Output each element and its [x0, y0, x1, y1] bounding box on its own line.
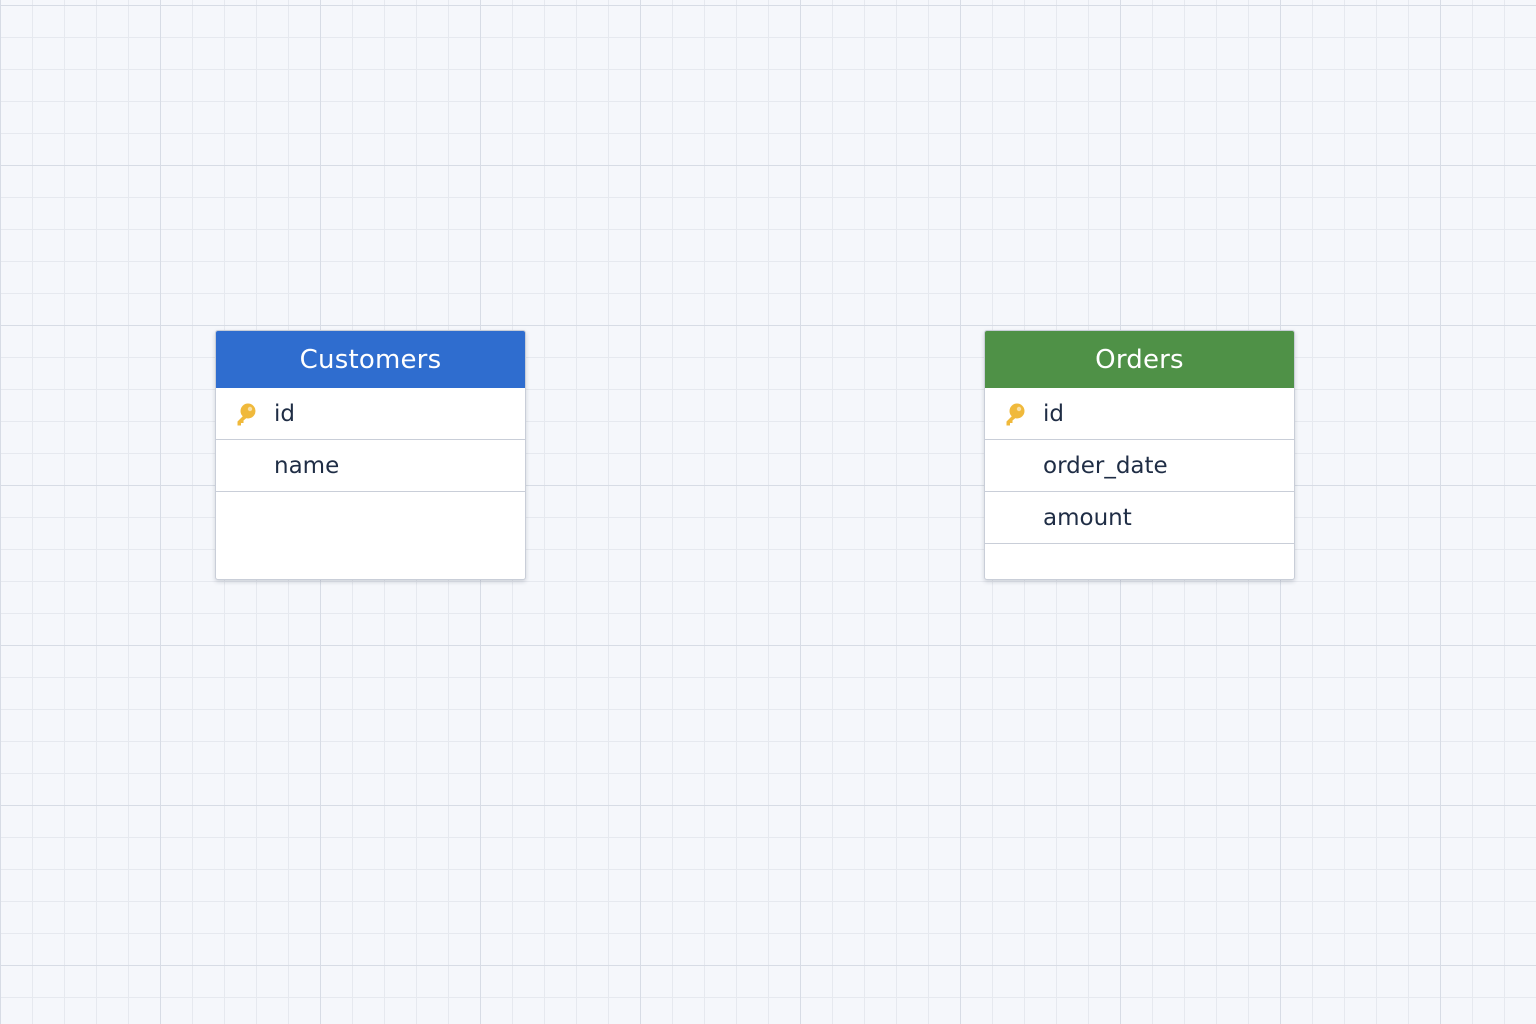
field-name: id — [1043, 400, 1064, 427]
entity-title: Customers — [299, 344, 442, 375]
field-row[interactable]: order_date — [985, 440, 1294, 492]
diagram-canvas[interactable]: Customers id name Orders id order_date a… — [0, 0, 1536, 1024]
field-name: id — [274, 400, 295, 427]
key-icon — [237, 403, 256, 426]
field-row[interactable]: name — [216, 440, 525, 492]
entity-header[interactable]: Customers — [216, 331, 525, 388]
field-name: order_date — [1043, 452, 1168, 479]
field-row[interactable]: id — [985, 388, 1294, 440]
key-icon — [1006, 403, 1025, 426]
field-row[interactable]: amount — [985, 492, 1294, 544]
field-row[interactable]: id — [216, 388, 525, 440]
field-name: amount — [1043, 504, 1132, 531]
entity-customers[interactable]: Customers id name — [215, 330, 526, 580]
entity-orders[interactable]: Orders id order_date amount — [984, 330, 1295, 580]
field-name: name — [274, 452, 340, 479]
entity-title: Orders — [1095, 344, 1184, 375]
entity-header[interactable]: Orders — [985, 331, 1294, 388]
